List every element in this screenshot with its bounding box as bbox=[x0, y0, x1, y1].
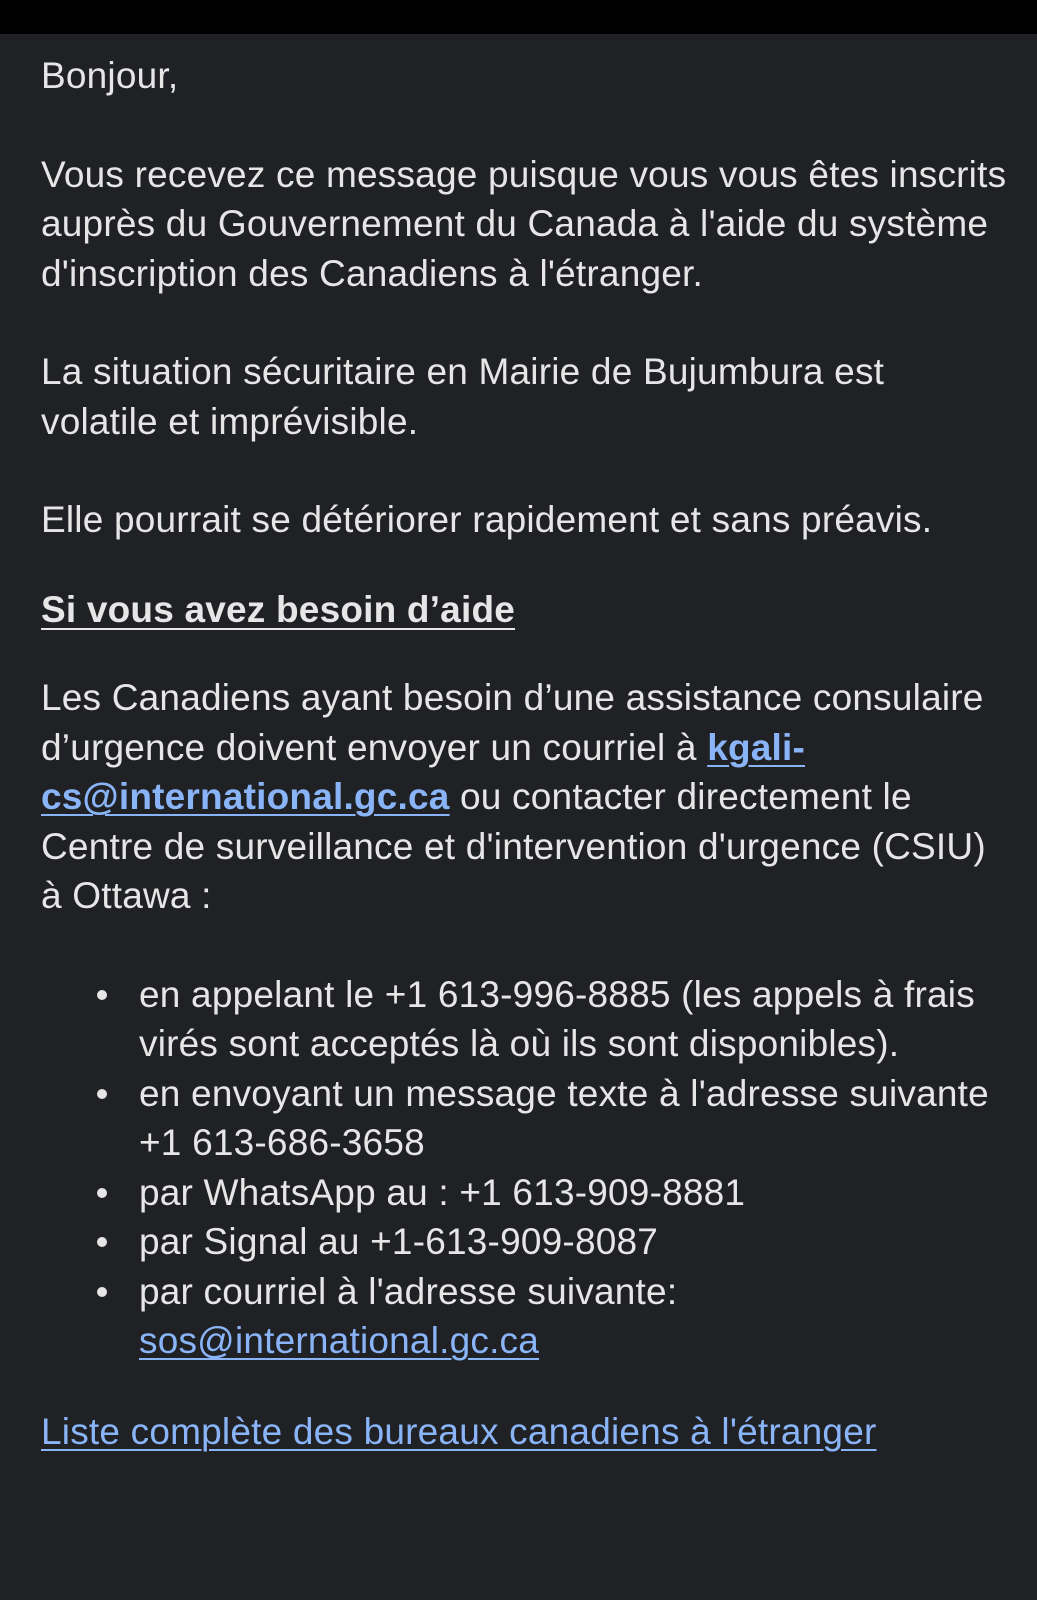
bullet-icon bbox=[97, 1088, 107, 1099]
intro-paragraph: Vous recevez ce message puisque vous vou… bbox=[41, 153, 1007, 294]
contact-phone: en appelant le +1 613-996-8885 (les appe… bbox=[139, 973, 975, 1065]
situation-paragraph: La situation sécuritaire en Mairie de Bu… bbox=[41, 351, 885, 442]
bullet-icon bbox=[97, 1237, 107, 1247]
help-heading: Si vous avez besoin d’aide bbox=[41, 588, 516, 630]
contact-list: en appelant le +1 613-996-8885 (les appe… bbox=[41, 970, 1007, 1366]
contact-whatsapp: par WhatsApp au : +1 613-909-8881 bbox=[139, 1171, 746, 1213]
assistance-text-before: Les Canadiens ayant besoin d’une assista… bbox=[41, 677, 984, 768]
contact-sms: en envoyant un message texte à l'adresse… bbox=[139, 1072, 989, 1164]
bullet-icon bbox=[97, 1187, 107, 1198]
deterioration-paragraph: Elle pourrait se détériorer rapidement e… bbox=[41, 499, 933, 540]
sos-email-link[interactable]: sos@international.gc.ca bbox=[139, 1320, 539, 1361]
offices-list-row: Liste complète des bureaux canadiens à l… bbox=[41, 1407, 1007, 1457]
list-item: par courriel à l'adresse suivante: sos@i… bbox=[97, 1267, 1007, 1366]
screen: Bonjour, Vous recevez ce message puisque… bbox=[0, 0, 1037, 1600]
list-item: en envoyant un message texte à l'adresse… bbox=[97, 1069, 1007, 1168]
assistance-paragraph: Les Canadiens ayant besoin d’une assista… bbox=[41, 673, 1007, 921]
list-item: en appelant le +1 613-996-8885 (les appe… bbox=[97, 970, 1007, 1069]
top-status-bar bbox=[0, 0, 1037, 34]
contact-signal: par Signal au +1-613-909-8087 bbox=[139, 1221, 659, 1262]
bullet-icon bbox=[97, 1286, 107, 1297]
contact-email-prefix: par courriel à l'adresse suivante: bbox=[139, 1270, 678, 1312]
greeting: Bonjour, bbox=[41, 55, 179, 96]
bullet-icon bbox=[97, 989, 107, 1000]
list-item: par Signal au +1-613-909-8087 bbox=[97, 1217, 1007, 1267]
offices-list-link[interactable]: Liste complète des bureaux canadiens à l… bbox=[41, 1411, 877, 1452]
list-item: par WhatsApp au : +1 613-909-8881 bbox=[97, 1168, 1007, 1218]
email-body: Bonjour, Vous recevez ce message puisque… bbox=[0, 34, 1037, 1600]
